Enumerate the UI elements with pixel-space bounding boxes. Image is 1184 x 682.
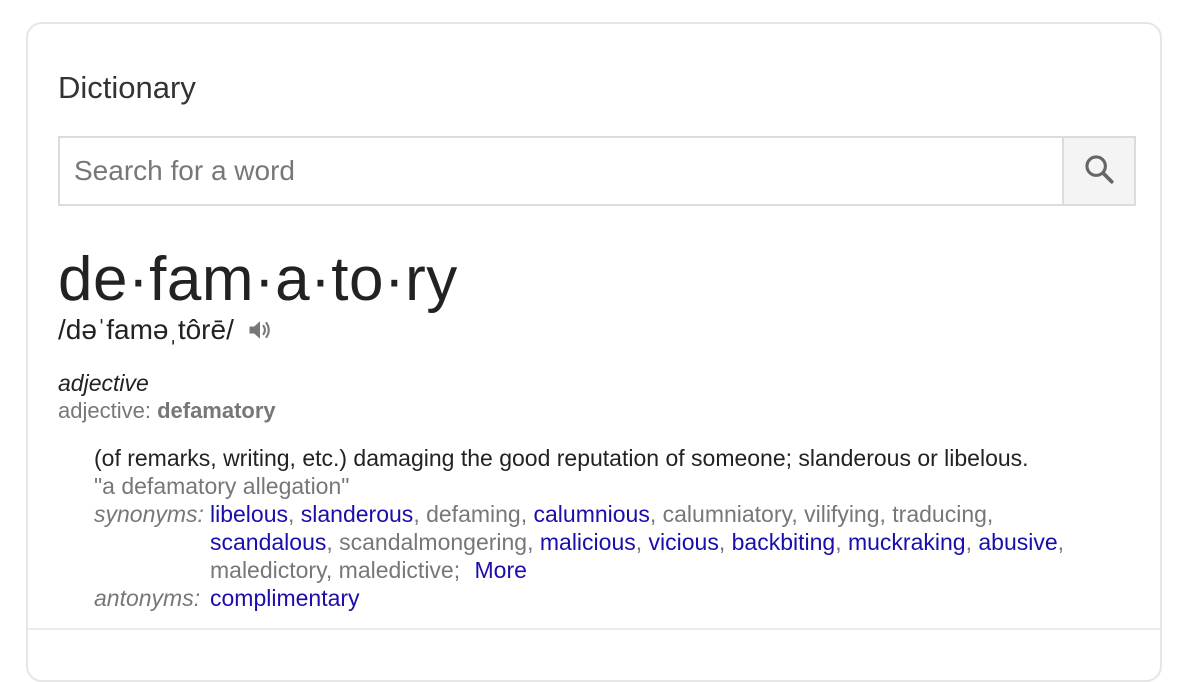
synonym-vicious[interactable]: vicious: [649, 529, 719, 555]
antonyms-label: antonyms:: [94, 585, 201, 611]
pronunciation-row: /dəˈfaməˌtôrē/: [58, 314, 274, 346]
antonym-complimentary[interactable]: complimentary: [210, 585, 360, 611]
search-icon: [1082, 152, 1116, 191]
synonym-defaming: defaming: [426, 501, 521, 527]
synonym-slanderous[interactable]: slanderous: [301, 501, 414, 527]
synonym-calumnious[interactable]: calumnious: [534, 501, 650, 527]
forms-label: adjective:: [58, 398, 158, 423]
part-of-speech: adjective: [58, 370, 149, 396]
search-button[interactable]: [1062, 136, 1136, 206]
card-title: Dictionary: [58, 70, 196, 105]
synonym-vilifying: vilifying: [804, 501, 880, 527]
synonym-malicious[interactable]: malicious: [540, 529, 636, 555]
phonetic-spelling: /dəˈfaməˌtôrē/: [58, 314, 234, 345]
synonyms-list: libelous, slanderous, defaming, calumnio…: [210, 501, 1065, 583]
example-text: "a defamatory allegation": [94, 473, 350, 499]
antonyms-row: antonyms: complimentary: [94, 584, 1144, 612]
synonym-calumniatory: calumniatory: [662, 501, 792, 527]
search-input[interactable]: [58, 136, 1062, 206]
divider: [28, 628, 1160, 630]
word-forms: adjective: defamatory: [58, 398, 276, 424]
speaker-icon[interactable]: [246, 316, 274, 344]
synonyms-row: synonyms: libelous, slanderous, defaming…: [94, 500, 1144, 584]
forms-value: defamatory: [157, 398, 276, 423]
synonym-scandalous[interactable]: scandalous: [210, 529, 326, 555]
synonym-muckraking[interactable]: muckraking: [848, 529, 966, 555]
synonym-libelous[interactable]: libelous: [210, 501, 288, 527]
definition-text: (of remarks, writing, etc.) damaging the…: [94, 445, 1029, 471]
synonym-backbiting[interactable]: backbiting: [732, 529, 836, 555]
synonym-abusive[interactable]: abusive: [978, 529, 1057, 555]
synonym-traducing: traducing: [892, 501, 987, 527]
synonyms-label: synonyms:: [94, 501, 204, 527]
synonym-maledictive: maledictive: [338, 557, 454, 583]
dictionary-card: Dictionary de·fam·a·to·ry /dəˈfaməˌtôrē/…: [26, 22, 1162, 682]
definition-block: (of remarks, writing, etc.) damaging the…: [94, 444, 1144, 612]
synonym-maledictory: maledictory: [210, 557, 326, 583]
antonyms-list: complimentary: [210, 584, 1090, 612]
search-bar: [58, 136, 1136, 206]
more-synonyms-link[interactable]: More: [475, 557, 527, 583]
synonym-scandalmongering: scandalmongering: [339, 529, 528, 555]
headword: de·fam·a·to·ry: [58, 245, 458, 314]
